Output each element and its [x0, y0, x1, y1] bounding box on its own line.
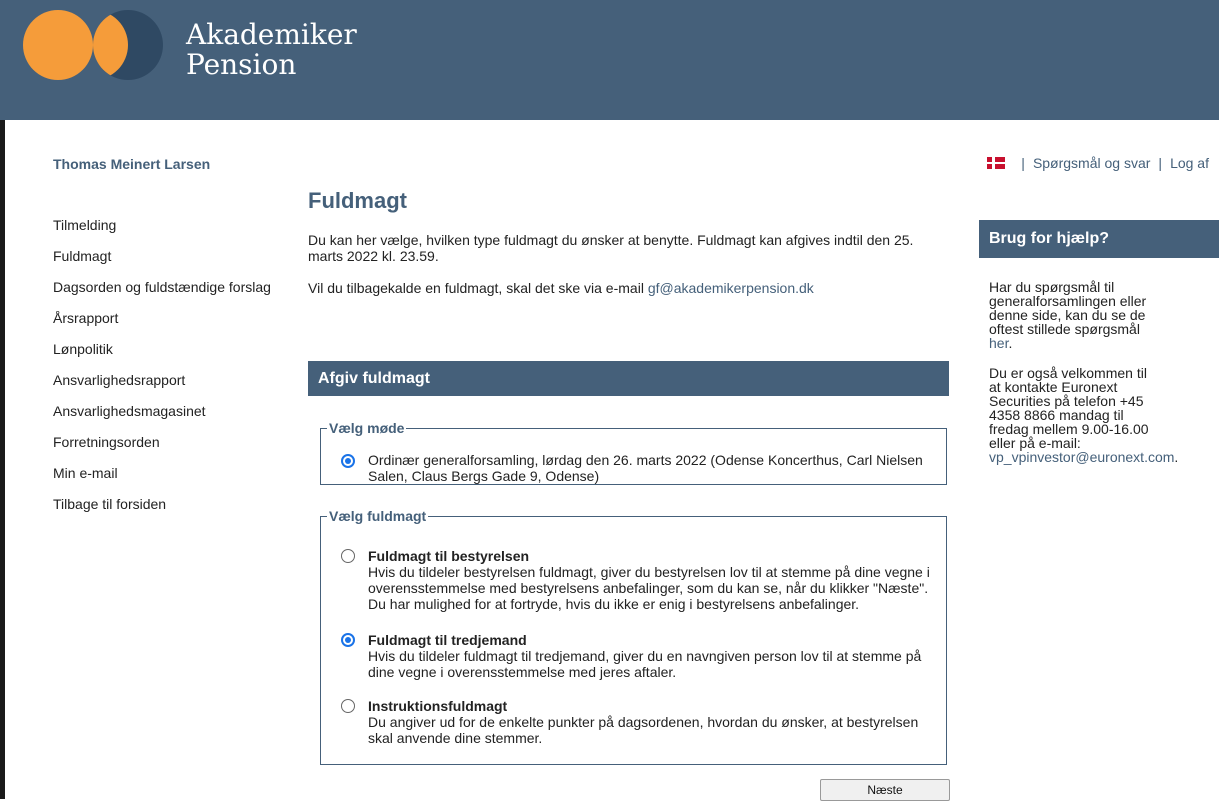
- proxy-radio-instruction[interactable]: [341, 699, 355, 713]
- revoke-label: Vil du tilbagekalde en fuldmagt, skal de…: [308, 280, 648, 296]
- proxy-option-instruction-title: Instruktionsfuldmagt: [368, 698, 508, 714]
- nav-item-ansvarlighedsrapport[interactable]: Ansvarlighedsrapport: [53, 371, 271, 402]
- proxy-option-board-desc: Hvis du tildeler bestyrelsen fuldmagt, g…: [368, 564, 930, 612]
- help-contact-end: .: [1174, 449, 1179, 465]
- nav-item-ansvarlighedsmagasinet[interactable]: Ansvarlighedsmagasinet: [53, 402, 271, 433]
- brand-line-1: Akademiker: [186, 18, 357, 51]
- proxy-option-instruction-desc: Du angiver ud for de enkelte punkter på …: [368, 714, 919, 746]
- help-faq-end: .: [1008, 335, 1013, 351]
- logo-orange-circle-icon: [23, 10, 93, 80]
- proxy-option-third-text: Fuldmagt til tredjemand Hvis du tildeler…: [368, 632, 938, 680]
- top-utility-links: | Spørgsmål og svar | Log af: [987, 155, 1209, 171]
- meeting-fieldset: Vælg møde Ordinær generalforsamling, lør…: [320, 420, 947, 485]
- nav-item-min-email[interactable]: Min e-mail: [53, 464, 271, 495]
- logout-link[interactable]: Log af: [1170, 155, 1209, 171]
- meeting-legend: Vælg møde: [329, 420, 405, 436]
- nav-item-tilmelding[interactable]: Tilmelding: [53, 216, 271, 247]
- nav-item-fuldmagt[interactable]: Fuldmagt: [53, 247, 271, 278]
- proxy-option-third-desc: Hvis du tildeler fuldmagt til tredjemand…: [368, 648, 922, 680]
- revoke-text: Vil du tilbagekalde en fuldmagt, skal de…: [308, 280, 948, 296]
- help-contact-paragraph: Du er også velkommen til at kontakte Eur…: [989, 365, 1178, 464]
- proxy-option-third-title: Fuldmagt til tredjemand: [368, 632, 527, 648]
- help-contact-text: Du er også velkommen til at kontakte Eur…: [989, 365, 1149, 451]
- separator: |: [1158, 155, 1163, 171]
- brand-line-2: Pension: [186, 48, 297, 81]
- revoke-email-link[interactable]: gf@akademikerpension.dk: [648, 280, 814, 296]
- nav-item-dagsorden[interactable]: Dagsorden og fuldstændige forslag: [53, 278, 271, 309]
- user-name: Thomas Meinert Larsen: [53, 156, 211, 172]
- next-button[interactable]: Næste: [820, 779, 950, 801]
- intro-text: Du kan her vælge, hvilken type fuldmagt …: [308, 232, 914, 264]
- section-header-afgiv: Afgiv fuldmagt: [308, 361, 949, 396]
- proxy-radio-board[interactable]: [341, 549, 355, 563]
- nav-item-arsrapport[interactable]: Årsrapport: [53, 309, 271, 340]
- proxy-radio-third[interactable]: [341, 633, 355, 647]
- nav-item-forretningsorden[interactable]: Forretningsorden: [53, 433, 271, 464]
- proxy-legend: Vælg fuldmagt: [329, 508, 427, 524]
- help-faq-text: Har du spørgsmål til generalforsamlingen…: [989, 279, 1147, 337]
- sidebar-nav: Tilmelding Fuldmagt Dagsorden og fuldstæ…: [53, 216, 271, 526]
- main-content: Fuldmagt Du kan her vælge, hvilken type …: [308, 188, 948, 312]
- help-body: Har du spørgsmål til generalforsamlingen…: [989, 280, 1178, 480]
- proxy-option-board-text: Fuldmagt til bestyrelsen Hvis du tildele…: [368, 548, 938, 612]
- logo-blue-circle-icon: [93, 10, 163, 80]
- danish-flag-icon[interactable]: [987, 157, 1006, 169]
- help-title: Brug for hjælp?: [979, 220, 1219, 258]
- meeting-radio[interactable]: [341, 454, 355, 468]
- brand-logo[interactable]: Akademiker Pension: [186, 20, 357, 80]
- proxy-option-instruction-text: Instruktionsfuldmagt Du angiver ud for d…: [368, 698, 938, 746]
- help-email-link[interactable]: vp_vpinvestor@euronext.com: [989, 449, 1174, 465]
- page-title: Fuldmagt: [308, 188, 407, 213]
- help-faq-paragraph: Har du spørgsmål til generalforsamlingen…: [989, 280, 1149, 350]
- site-header: Akademiker Pension: [0, 0, 1219, 120]
- separator: |: [1021, 155, 1025, 171]
- faq-link[interactable]: Spørgsmål og svar: [1033, 155, 1150, 171]
- proxy-option-board-title: Fuldmagt til bestyrelsen: [368, 548, 530, 564]
- help-faq-link[interactable]: her: [989, 335, 1008, 351]
- nav-item-tilbage[interactable]: Tilbage til forsiden: [53, 495, 271, 526]
- nav-item-lonpolitik[interactable]: Lønpolitik: [53, 340, 271, 371]
- meeting-option-label: Ordinær generalforsamling, lørdag den 26…: [368, 452, 923, 484]
- proxy-fieldset: Vælg fuldmagt Fuldmagt til bestyrelsen H…: [320, 508, 947, 765]
